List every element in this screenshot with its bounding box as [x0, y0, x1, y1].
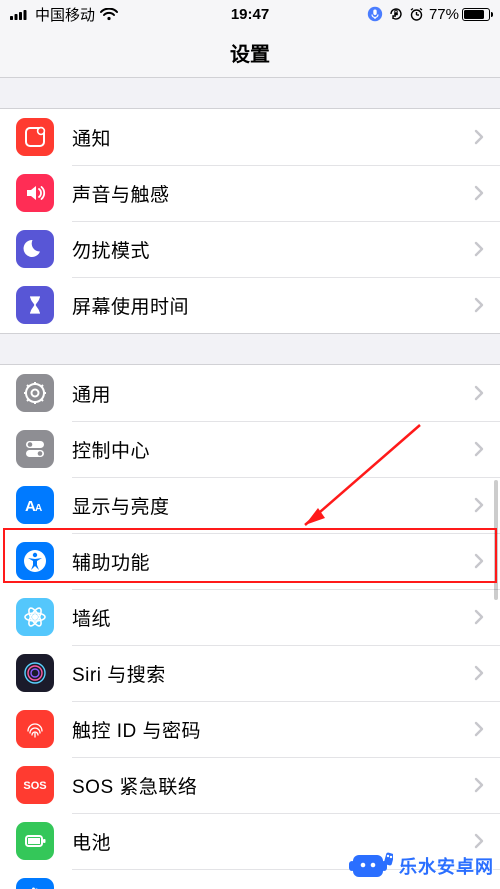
row-sos[interactable]: SOS SOS 紧急联络 [0, 757, 500, 813]
speaker-icon [16, 174, 54, 212]
row-label: 显示与亮度 [72, 492, 474, 519]
status-bar: 中国移动 19:47 77% [0, 0, 500, 28]
row-label: 辅助功能 [72, 548, 474, 575]
row-label: 通用 [72, 380, 474, 407]
alarm-icon [409, 7, 424, 22]
battery-indicator: 77% [429, 6, 490, 23]
row-siri[interactable]: Siri 与搜索 [0, 645, 500, 701]
mic-icon [367, 6, 383, 22]
row-label: 控制中心 [72, 436, 474, 463]
chevron-right-icon [474, 497, 484, 513]
settings-group-2: 通用 控制中心 AA 显示与亮度 辅助功能 墙纸 Siri 与搜索 [0, 364, 500, 889]
flower-icon [16, 598, 54, 636]
row-label: 触控 ID 与密码 [72, 716, 474, 743]
battery-icon [16, 822, 54, 860]
row-label: 声音与触感 [72, 180, 474, 207]
status-right: 77% [367, 6, 490, 23]
nav-bar: 设置 [0, 28, 500, 78]
row-sounds[interactable]: 声音与触感 [0, 165, 500, 221]
row-screentime[interactable]: 屏幕使用时间 [0, 277, 500, 333]
status-left: 中国移动 [10, 4, 118, 25]
signal-icon [10, 8, 30, 20]
gear-icon [16, 374, 54, 412]
group-gap [0, 78, 500, 108]
chevron-right-icon [474, 777, 484, 793]
carrier-text: 中国移动 [35, 4, 95, 25]
battery-pct-text: 77% [429, 6, 459, 23]
rotation-lock-icon [388, 6, 404, 22]
row-accessibility[interactable]: 辅助功能 [0, 533, 500, 589]
row-label: SOS 紧急联络 [72, 772, 474, 799]
row-control-center[interactable]: 控制中心 [0, 421, 500, 477]
scrollbar[interactable] [494, 480, 498, 600]
battery-icon [462, 8, 490, 21]
toggles-icon [16, 430, 54, 468]
row-label: 墙纸 [72, 604, 474, 631]
watermark: 乐水安卓网 [347, 849, 494, 883]
moon-icon [16, 230, 54, 268]
watermark-text: 乐水安卓网 [399, 853, 494, 879]
row-label: 屏幕使用时间 [72, 292, 474, 319]
svg-text:A: A [35, 503, 42, 514]
row-general[interactable]: 通用 [0, 365, 500, 421]
siri-icon [16, 654, 54, 692]
chevron-right-icon [474, 721, 484, 737]
chevron-right-icon [474, 553, 484, 569]
settings-group-1: 通知 声音与触感 勿扰模式 屏幕使用时间 [0, 108, 500, 334]
watermark-logo-icon [347, 849, 393, 883]
row-touchid[interactable]: 触控 ID 与密码 [0, 701, 500, 757]
row-label: Siri 与搜索 [72, 660, 474, 687]
hand-icon [16, 878, 54, 889]
row-wallpaper[interactable]: 墙纸 [0, 589, 500, 645]
wifi-icon [100, 8, 118, 21]
row-label: 通知 [72, 124, 474, 151]
fingerprint-icon [16, 710, 54, 748]
row-dnd[interactable]: 勿扰模式 [0, 221, 500, 277]
row-label: 勿扰模式 [72, 236, 474, 263]
notification-icon [16, 118, 54, 156]
chevron-right-icon [474, 441, 484, 457]
chevron-right-icon [474, 185, 484, 201]
text-size-icon: AA [16, 486, 54, 524]
chevron-right-icon [474, 129, 484, 145]
chevron-right-icon [474, 297, 484, 313]
row-label: 隐私 [72, 884, 474, 889]
hourglass-icon [16, 286, 54, 324]
svg-text:SOS: SOS [23, 780, 46, 792]
page-title: 设置 [230, 38, 270, 67]
chevron-right-icon [474, 833, 484, 849]
row-display[interactable]: AA 显示与亮度 [0, 477, 500, 533]
row-notifications[interactable]: 通知 [0, 109, 500, 165]
sos-icon: SOS [16, 766, 54, 804]
status-time: 19:47 [231, 6, 269, 23]
chevron-right-icon [474, 609, 484, 625]
chevron-right-icon [474, 241, 484, 257]
accessibility-icon [16, 542, 54, 580]
chevron-right-icon [474, 665, 484, 681]
chevron-right-icon [474, 385, 484, 401]
group-gap [0, 334, 500, 364]
